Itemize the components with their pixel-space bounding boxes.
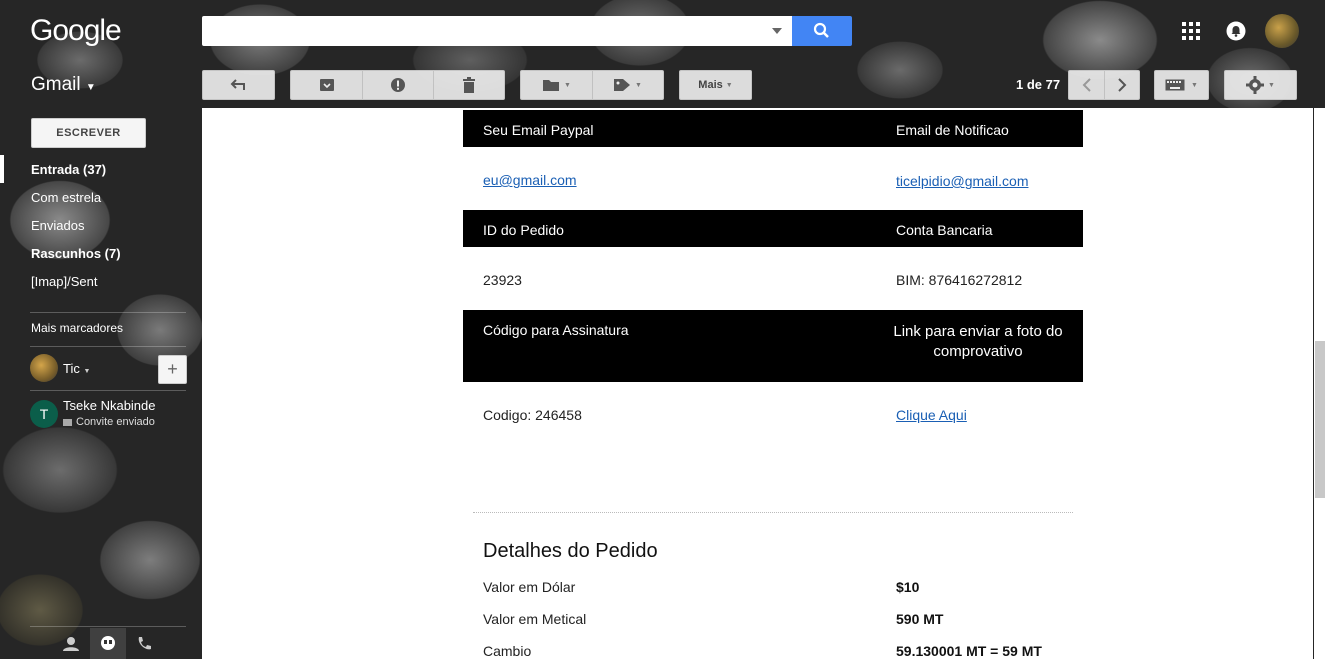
- sidebar-item-drafts[interactable]: Rascunhos (7): [31, 246, 121, 261]
- detail-label: Valor em Metical: [483, 611, 587, 627]
- move-to-button[interactable]: ▼: [521, 71, 592, 99]
- input-tools-button[interactable]: ▼: [1154, 70, 1209, 100]
- chevron-down-icon: ▼: [85, 82, 96, 93]
- detail-label: Cambio: [483, 643, 532, 659]
- search-input[interactable]: [202, 16, 792, 46]
- compose-button[interactable]: ESCREVER: [31, 118, 146, 148]
- hangouts-user-menu[interactable]: Tic ▼: [63, 361, 90, 376]
- back-arrow-icon: [230, 79, 245, 90]
- chevron-down-icon: ▼: [635, 81, 642, 89]
- header-notification-email: Email de Notificao: [896, 122, 1009, 138]
- email-body: Seu Email Paypal Email de Notificao eu@g…: [202, 108, 1313, 659]
- pagination-count: 1 de 77: [1016, 77, 1061, 92]
- contact-status: Convite enviado: [63, 416, 155, 428]
- contact-avatar[interactable]: T: [30, 400, 58, 428]
- phone-tab-icon[interactable]: [136, 636, 152, 657]
- label-tag-icon: [614, 79, 631, 91]
- more-label: Mais: [698, 79, 723, 91]
- header-bank-account: Conta Bancaria: [896, 222, 993, 238]
- sidebar-divider: [30, 312, 186, 313]
- hangouts-tab[interactable]: [90, 628, 126, 659]
- sidebar-item-sent[interactable]: Enviados: [31, 218, 84, 233]
- notification-email-link[interactable]: ticelpidio@gmail.com: [896, 173, 1028, 189]
- order-id-value: 23923: [483, 272, 522, 288]
- trash-icon: [462, 77, 475, 93]
- search-options-icon[interactable]: [772, 28, 782, 34]
- delete-button[interactable]: [433, 71, 504, 99]
- sidebar-item-starred[interactable]: Com estrela: [31, 190, 101, 205]
- contact-status-label: Convite enviado: [76, 416, 155, 428]
- search-button[interactable]: [792, 16, 852, 46]
- gear-icon: [1246, 76, 1265, 94]
- sidebar-item-imap-sent[interactable]: [Imap]/Sent: [31, 274, 97, 289]
- signature-code-value: Codigo: 246458: [483, 407, 582, 423]
- action-button-group: [290, 70, 505, 100]
- order-details-title: Detalhes do Pedido: [483, 540, 658, 562]
- sidebar-item-inbox[interactable]: Entrada (37): [31, 162, 106, 177]
- apps-grid-icon[interactable]: [1181, 21, 1201, 41]
- account-avatar[interactable]: [1265, 14, 1299, 48]
- contacts-tab-icon[interactable]: [62, 636, 80, 657]
- table-header-row: Seu Email Paypal Email de Notificao: [463, 110, 1083, 147]
- header-upload-link: Link para enviar a foto do comprovativo: [893, 323, 1063, 360]
- gmail-label: Gmail: [31, 74, 81, 95]
- more-button[interactable]: Mais ▼: [679, 70, 752, 100]
- sidebar-divider: [30, 626, 186, 627]
- click-here-link[interactable]: Clique Aqui: [896, 407, 967, 423]
- detail-value: 590 MT: [896, 611, 944, 627]
- more-labels-link[interactable]: Mais marcadores: [31, 321, 123, 335]
- older-button[interactable]: [1104, 71, 1139, 99]
- settings-button[interactable]: ▼: [1224, 70, 1297, 100]
- chevron-down-icon: ▼: [83, 368, 91, 375]
- chevron-right-icon: [1117, 78, 1126, 92]
- header-paypal-email: Seu Email Paypal: [483, 122, 594, 138]
- header-signature-code: Código para Assinatura: [483, 322, 629, 338]
- active-indicator: [0, 155, 4, 183]
- sidebar-divider: [30, 346, 186, 347]
- newer-button[interactable]: [1069, 71, 1104, 99]
- new-chat-button[interactable]: +: [158, 355, 187, 384]
- archive-icon: [319, 79, 334, 91]
- keyboard-icon: [1165, 79, 1185, 91]
- gmail-menu[interactable]: Gmail ▼: [31, 74, 96, 96]
- folder-icon: [543, 80, 560, 91]
- pager-group: [1068, 70, 1140, 100]
- paypal-email-link[interactable]: eu@gmail.com: [483, 172, 577, 188]
- detail-label: Valor em Dólar: [483, 579, 576, 595]
- chevron-down-icon: ▼: [564, 81, 571, 89]
- bank-account-value: BIM: 876416272812: [896, 272, 1023, 288]
- google-logo[interactable]: Google: [30, 14, 122, 48]
- table-header-row: ID do Pedido Conta Bancaria: [463, 210, 1083, 247]
- sidebar-divider: [30, 390, 186, 391]
- archive-button[interactable]: [291, 71, 362, 99]
- user-name: Tic: [63, 361, 80, 376]
- user-avatar[interactable]: [30, 354, 58, 382]
- header-order-id: ID do Pedido: [483, 222, 564, 238]
- chevron-left-icon: [1082, 78, 1091, 92]
- detail-value: $10: [896, 579, 920, 595]
- chevron-down-icon: ▼: [1191, 81, 1198, 89]
- labels-button[interactable]: ▼: [592, 71, 663, 99]
- move-label-group: ▼ ▼: [520, 70, 664, 100]
- back-button[interactable]: [202, 70, 275, 100]
- detail-value: 59.130001 MT = 59 MT: [896, 643, 1042, 659]
- notifications-bell-icon[interactable]: [1226, 21, 1246, 41]
- contact-name[interactable]: Tseke Nkabinde: [63, 398, 156, 413]
- report-spam-icon: [390, 78, 405, 92]
- chevron-down-icon: ▼: [1268, 81, 1275, 89]
- section-divider: [473, 512, 1073, 513]
- envelope-icon: [63, 418, 72, 426]
- chevron-down-icon: ▼: [725, 81, 733, 89]
- table-header-row: Código para Assinatura Link para enviar …: [463, 310, 1083, 382]
- scrollbar-thumb[interactable]: [1315, 341, 1325, 498]
- report-spam-button[interactable]: [362, 71, 433, 99]
- hangouts-icon: [101, 636, 115, 650]
- search-icon: [813, 22, 829, 38]
- plus-icon: +: [167, 359, 178, 379]
